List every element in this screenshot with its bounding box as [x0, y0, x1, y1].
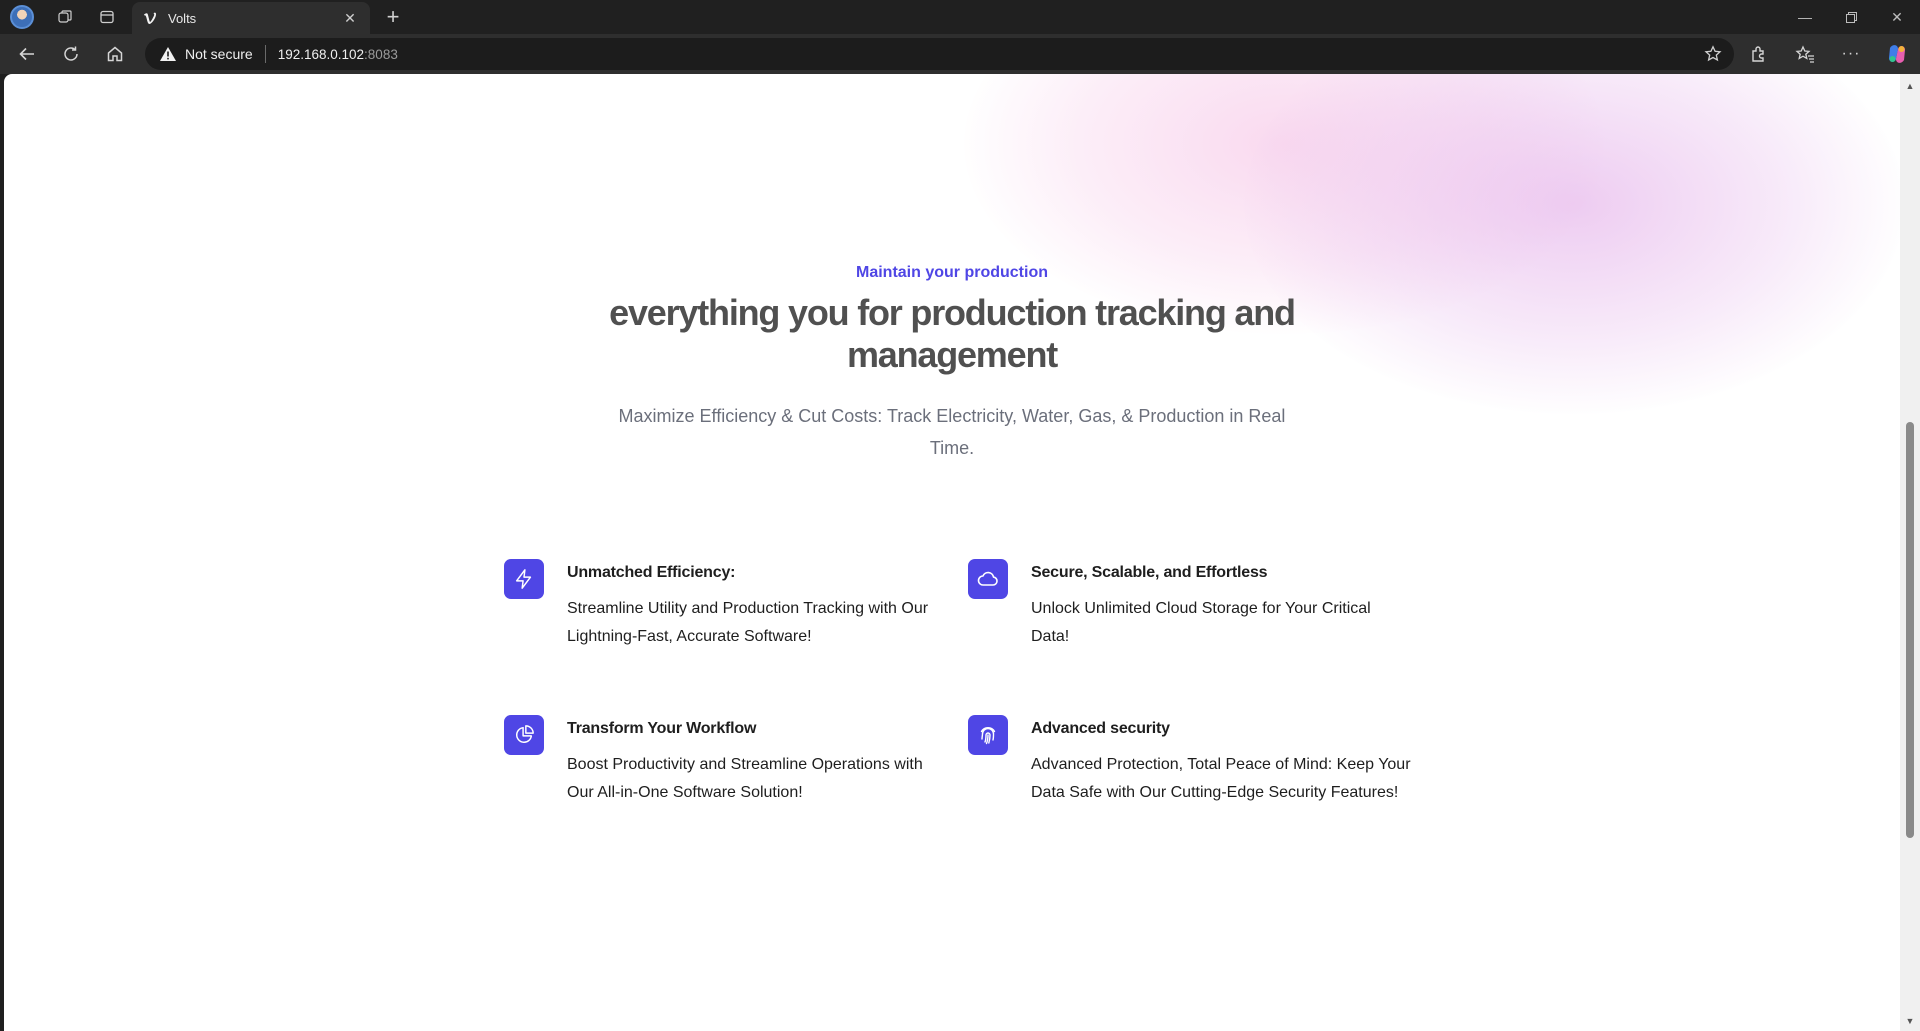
back-arrow-icon: [19, 47, 34, 61]
browser-tab-active[interactable]: Volts ✕: [132, 2, 370, 34]
window-controls: — ✕: [1782, 0, 1920, 34]
favorite-star-icon[interactable]: [1704, 45, 1722, 63]
background-glow: [1244, 74, 1900, 414]
minimize-icon[interactable]: —: [1782, 0, 1828, 34]
feature-description: Streamline Utility and Production Tracki…: [567, 600, 929, 645]
browser-toolbar: Not secure 192.168.0.102 :8083 ···: [0, 34, 1920, 74]
favorites-icon[interactable]: [1782, 34, 1828, 74]
feature-title: Transform Your Workflow: [567, 720, 757, 737]
feature-description: Unlock Unlimited Cloud Storage for Your …: [1031, 600, 1371, 645]
new-tab-button[interactable]: +: [378, 2, 408, 32]
feature-description: Advanced Protection, Total Peace of Mind…: [1031, 756, 1411, 801]
url-port: :8083: [364, 46, 398, 62]
tab-title: Volts: [168, 10, 197, 26]
tab-actions-button[interactable]: [86, 0, 128, 34]
profile-avatar: [10, 5, 34, 29]
feature-description: Boost Productivity and Streamline Operat…: [567, 756, 923, 801]
page-scrollbar[interactable]: ▲ ▼: [1900, 74, 1920, 1031]
pie-chart-icon: [504, 715, 544, 755]
page-title: everything you for production tracking a…: [609, 292, 1296, 375]
address-divider: [264, 45, 266, 63]
home-icon: [107, 46, 123, 62]
more-options-icon[interactable]: ···: [1828, 34, 1874, 74]
section-eyebrow: Maintain your production: [856, 264, 1048, 281]
restore-icon[interactable]: [1828, 0, 1874, 34]
home-button[interactable]: [93, 36, 137, 72]
cloud-icon: [968, 559, 1008, 599]
close-window-icon[interactable]: ✕: [1874, 0, 1920, 34]
back-button[interactable]: [5, 36, 49, 72]
workspaces-icon: [58, 10, 72, 23]
profile-button[interactable]: [0, 0, 44, 34]
vimeo-icon: [142, 10, 158, 26]
security-label[interactable]: Not secure: [185, 46, 253, 62]
workspaces-button[interactable]: [44, 0, 86, 34]
reload-icon: [64, 46, 78, 61]
lightning-icon: [504, 559, 544, 599]
tab-actions-icon: [100, 10, 114, 24]
page-viewport: Maintain your production everything you …: [4, 74, 1900, 1031]
extensions-icon[interactable]: [1736, 34, 1782, 74]
hero-subtitle: Maximize Efficiency & Cut Costs: Track E…: [618, 406, 1286, 458]
fingerprint-icon: [968, 715, 1008, 755]
scroll-up-arrow-icon[interactable]: ▲: [1900, 78, 1920, 94]
reload-button[interactable]: [49, 36, 93, 72]
feature-title: Advanced security: [1031, 720, 1170, 737]
copilot-icon[interactable]: [1874, 34, 1920, 74]
close-tab-icon[interactable]: ✕: [340, 8, 360, 28]
url-host: 192.168.0.102: [277, 46, 365, 62]
address-bar[interactable]: Not secure 192.168.0.102 :8083: [145, 38, 1734, 70]
scrollbar-thumb[interactable]: [1906, 422, 1914, 838]
feature-title: Secure, Scalable, and Effortless: [1031, 564, 1268, 581]
warning-icon[interactable]: [159, 46, 177, 62]
toolbar-right: ···: [1736, 34, 1920, 74]
feature-title: Unmatched Efficiency:: [567, 564, 736, 581]
scroll-down-arrow-icon[interactable]: ▼: [1900, 1013, 1920, 1029]
